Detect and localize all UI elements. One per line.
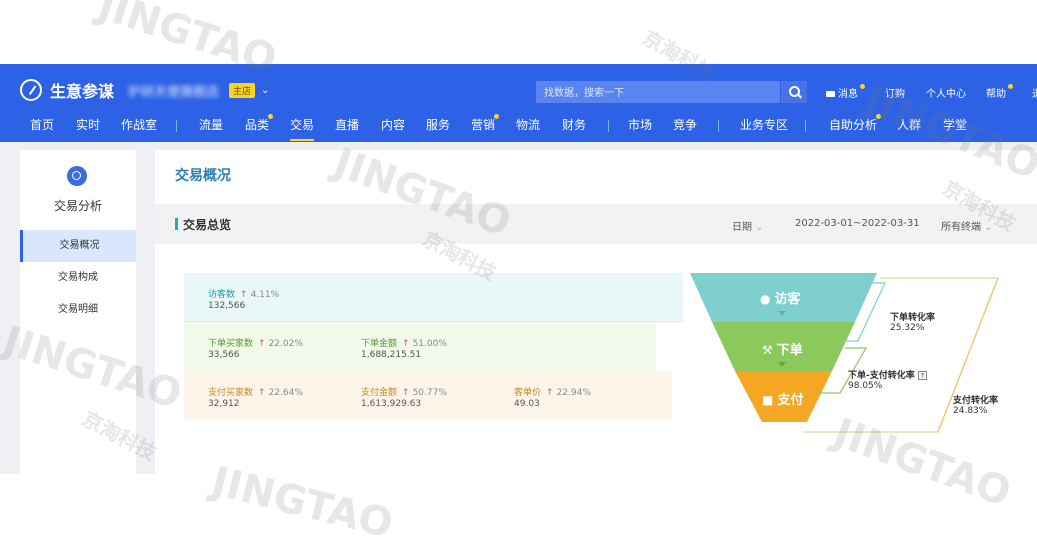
user-icon: ● (760, 292, 771, 306)
order-rate-label: 下单转化率 (890, 313, 936, 323)
stage-name: 支付 (777, 393, 804, 408)
help-question-icon[interactable]: ? (917, 371, 927, 380)
stage-name: 访客 (774, 292, 801, 307)
rate-name: 下单-支付转化率 (848, 371, 915, 381)
stage-name: 下单 (776, 343, 803, 358)
pay-rate-label: 支付转化率 (953, 396, 999, 406)
conversion-funnel (690, 273, 999, 433)
app-window: 生意参谋 护研天使旗舰店 主店 ⌄ 消息 订购 个人中心 帮助 退 首页实时作战… (0, 0, 1037, 550)
order-pay-rate-value: 98.05% (848, 381, 883, 391)
funnel-order-label: ⚒ 下单 (762, 339, 803, 358)
hammer-icon: ⚒ (762, 343, 773, 357)
funnel-visit-label: ● 访客 (760, 288, 801, 307)
pay-rate-value: 24.83% (953, 406, 988, 416)
wallet-icon: ■ (762, 393, 774, 407)
funnel-pay-label: ■ 支付 (762, 389, 803, 408)
order-pay-rate-label: 下单-支付转化率 ? (848, 368, 927, 381)
order-rate-value: 25.32% (890, 323, 925, 333)
